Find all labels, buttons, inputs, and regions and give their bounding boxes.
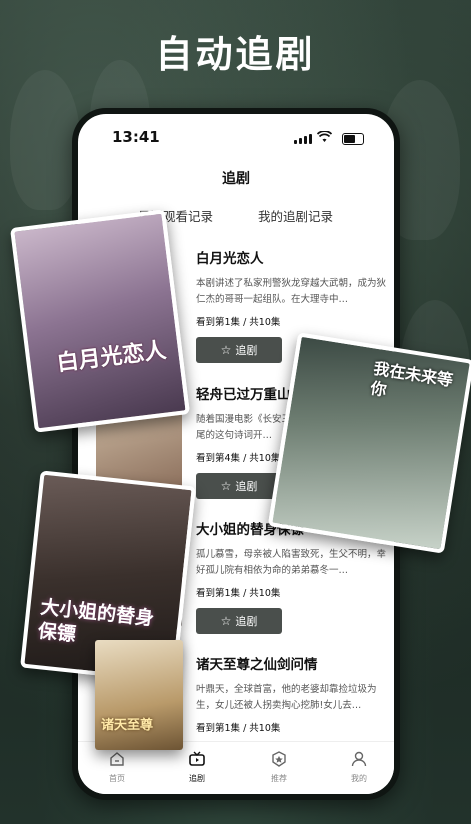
poster-future-waiting[interactable]: 我在未来等你 — [267, 332, 471, 554]
drama-progress: 看到第1集 / 共10集 — [196, 723, 281, 734]
follow-button-label: 追剧 — [235, 480, 258, 493]
nav-me-label: 我的 — [351, 774, 367, 783]
wifi-icon — [317, 131, 332, 142]
poster-title: 我在未来等你 — [369, 358, 455, 400]
follow-button-label: 追剧 — [235, 615, 258, 628]
drama-title: 诸天至尊之仙剑问情 — [196, 657, 318, 673]
user-icon — [351, 751, 367, 767]
drama-title: 白月光恋人 — [196, 251, 264, 267]
headline: 自动追剧 — [155, 33, 316, 76]
page-title: 追剧 — [222, 171, 250, 187]
nav-recommend[interactable]: 推荐 — [254, 750, 304, 784]
poster-zhu-tian[interactable]: 诸天至尊 — [95, 640, 183, 750]
home-icon — [110, 752, 124, 766]
status-bar: 13:41 — [78, 128, 394, 150]
drama-description: 本剧讲述了私家刑警狄龙穿越大武朝，成为狄仁杰的哥哥一起组队。在大理寺中… — [196, 278, 386, 305]
battery-icon — [342, 133, 364, 145]
tv-icon — [189, 751, 205, 766]
nav-recommend-label: 推荐 — [271, 774, 287, 783]
poster-bai-yue-guang[interactable]: 白月光恋人 — [10, 209, 190, 433]
status-time: 13:41 — [112, 128, 160, 146]
follow-button[interactable]: ☆ 追剧 — [196, 608, 282, 634]
follow-button[interactable]: ☆ 追剧 — [196, 473, 282, 499]
follow-button-label: 追剧 — [235, 344, 258, 357]
signal-icon — [294, 134, 312, 144]
star-icon: ☆ — [220, 343, 232, 357]
recommend-icon — [272, 751, 286, 767]
nav-follow[interactable]: 追剧 — [172, 750, 222, 784]
follow-button[interactable]: ☆ 追剧 — [196, 337, 282, 363]
drama-description: 叶鼎天，全球首富，他的老婆却靠捡垃圾为生，女儿还被人拐卖掏心挖肺!女儿去… — [196, 684, 377, 711]
drama-progress: 看到第1集 / 共10集 — [196, 317, 281, 328]
nav-home-label: 首页 — [109, 774, 125, 783]
nav-follow-label: 追剧 — [189, 774, 205, 783]
poster-title: 诸天至尊 — [101, 718, 154, 733]
tab-my-follow[interactable]: 我的追剧记录 — [258, 206, 333, 225]
nav-home[interactable]: 首页 — [92, 750, 142, 784]
nav-me[interactable]: 我的 — [334, 750, 384, 784]
poster-title: 白月光恋人 — [55, 338, 168, 377]
star-icon: ☆ — [220, 614, 232, 628]
star-icon: ☆ — [220, 479, 232, 493]
drama-description: 孤儿慕雪，母亲被人陷害致死，生父不明，幸好孤儿院有相依为命的弟弟慕冬一… — [196, 549, 386, 576]
drama-progress: 看到第1集 / 共10集 — [196, 588, 281, 599]
